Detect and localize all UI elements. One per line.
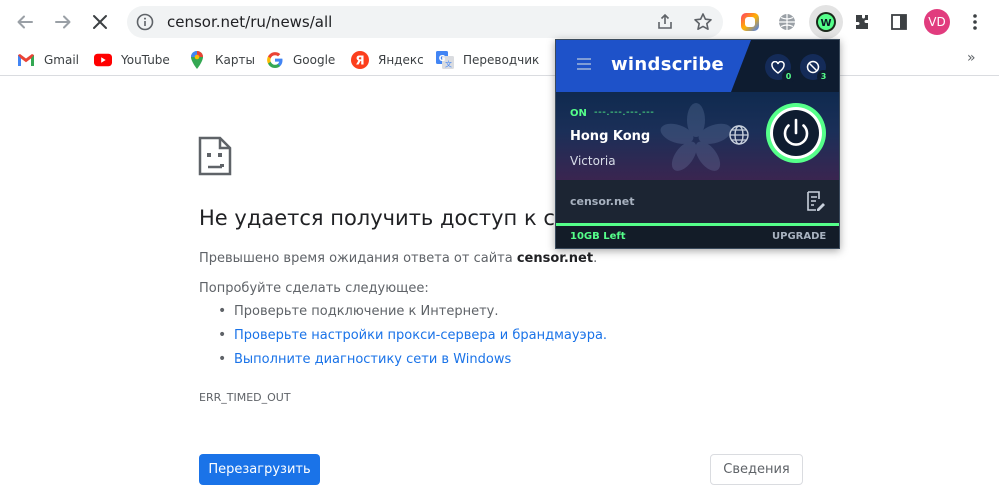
svg-text:Я: Я [355,54,364,68]
current-site: censor.net [570,195,635,208]
back-arrow-icon [17,15,33,29]
browser-toolbar: censor.net/ru/news/all W VD [0,0,999,44]
stop-loading-button[interactable] [86,8,114,36]
bookmark-translate[interactable]: G文 Переводчик [436,50,539,70]
globe-icon [779,14,795,30]
upgrade-button[interactable]: UPGRADE [772,231,826,242]
hamburger-menu-icon[interactable] [576,56,592,72]
suggestions-heading: Попробуйте сделать следующее: [199,281,429,296]
google-icon [266,51,284,69]
svg-text:文: 文 [445,60,452,69]
bookmarks-bar: Gmail YouTube Карты Google Я Яндекс G文 П… [0,44,999,76]
kebab-menu-icon [973,14,977,30]
blocker-button[interactable]: 3 [800,54,830,83]
youtube-icon [94,51,112,69]
windscribe-popup: windscribe 0 3 ON ---.---.---.--- Hong K… [555,39,840,249]
windscribe-logo: windscribe [611,54,725,75]
side-panel-icon [891,14,907,30]
favorites-button[interactable]: 0 [765,54,795,83]
svg-text:W: W [820,18,831,29]
yandex-icon: Я [351,51,369,69]
flower-watermark-icon [660,103,732,171]
favorites-count-badge: 0 [782,70,795,83]
blocked-count-badge: 3 [817,70,830,83]
globe-icon[interactable] [728,124,750,146]
share-icon[interactable] [655,12,675,32]
windscribe-icon: W [816,12,836,32]
timeout-host: censor.net [516,251,594,266]
profile-avatar[interactable]: VD [924,9,950,35]
close-icon [93,15,107,29]
connection-status: ON [570,108,587,119]
sad-document-icon [198,136,232,176]
address-bar[interactable]: censor.net/ru/news/all [127,6,723,38]
extensions-button[interactable] [849,9,875,35]
ip-address: ---.---.---.--- [594,107,655,118]
bookmark-google[interactable]: Google [266,50,335,70]
extension-globe-icon[interactable] [774,9,800,35]
windscribe-extension-button[interactable]: W [809,5,843,39]
power-button[interactable] [765,102,827,164]
more-bookmarks-chevron-icon[interactable]: » [967,50,976,66]
forward-button[interactable] [49,8,77,36]
bookmark-gmail[interactable]: Gmail [17,50,79,70]
forward-arrow-icon [55,15,71,29]
timeout-message: Превышено время ожидания ответа от сайта… [199,251,598,266]
edit-notes-icon[interactable] [804,190,826,212]
translate-icon: G文 [436,51,454,69]
suggestion-check-connection: Проверьте подключение к Интернету. [218,303,498,319]
info-icon[interactable] [135,12,155,32]
gmail-icon [17,51,35,69]
bookmark-maps[interactable]: Карты [188,50,255,70]
bookmark-youtube[interactable]: YouTube [94,50,170,70]
back-button[interactable] [11,8,39,36]
browser-menu-button[interactable] [962,9,988,35]
location-city[interactable]: Hong Kong [570,129,650,144]
url-text[interactable]: censor.net/ru/news/all [167,13,332,31]
bookmark-yandex[interactable]: Я Яндекс [351,50,424,70]
error-title: Не удается получить доступ к сайту [199,206,607,230]
extension-color-icon[interactable] [737,9,763,35]
location-region: Victoria [570,154,616,168]
details-button[interactable]: Сведения [710,454,803,485]
suggestion-proxy-firewall-link[interactable]: Проверьте настройки прокси-сервера и бра… [218,327,607,343]
error-code: ERR_TIMED_OUT [199,391,291,404]
star-icon[interactable] [692,11,714,33]
windscribe-header: windscribe 0 3 [556,40,839,92]
data-left: 10GB Left [570,231,626,242]
suggestion-network-diagnostics-link[interactable]: Выполните диагностику сети в Windows [218,351,511,367]
color-ring-icon [741,13,759,31]
maps-icon [188,51,206,69]
side-panel-button[interactable] [886,9,912,35]
reload-button[interactable]: Перезагрузить [199,454,320,485]
puzzle-icon [856,15,868,29]
